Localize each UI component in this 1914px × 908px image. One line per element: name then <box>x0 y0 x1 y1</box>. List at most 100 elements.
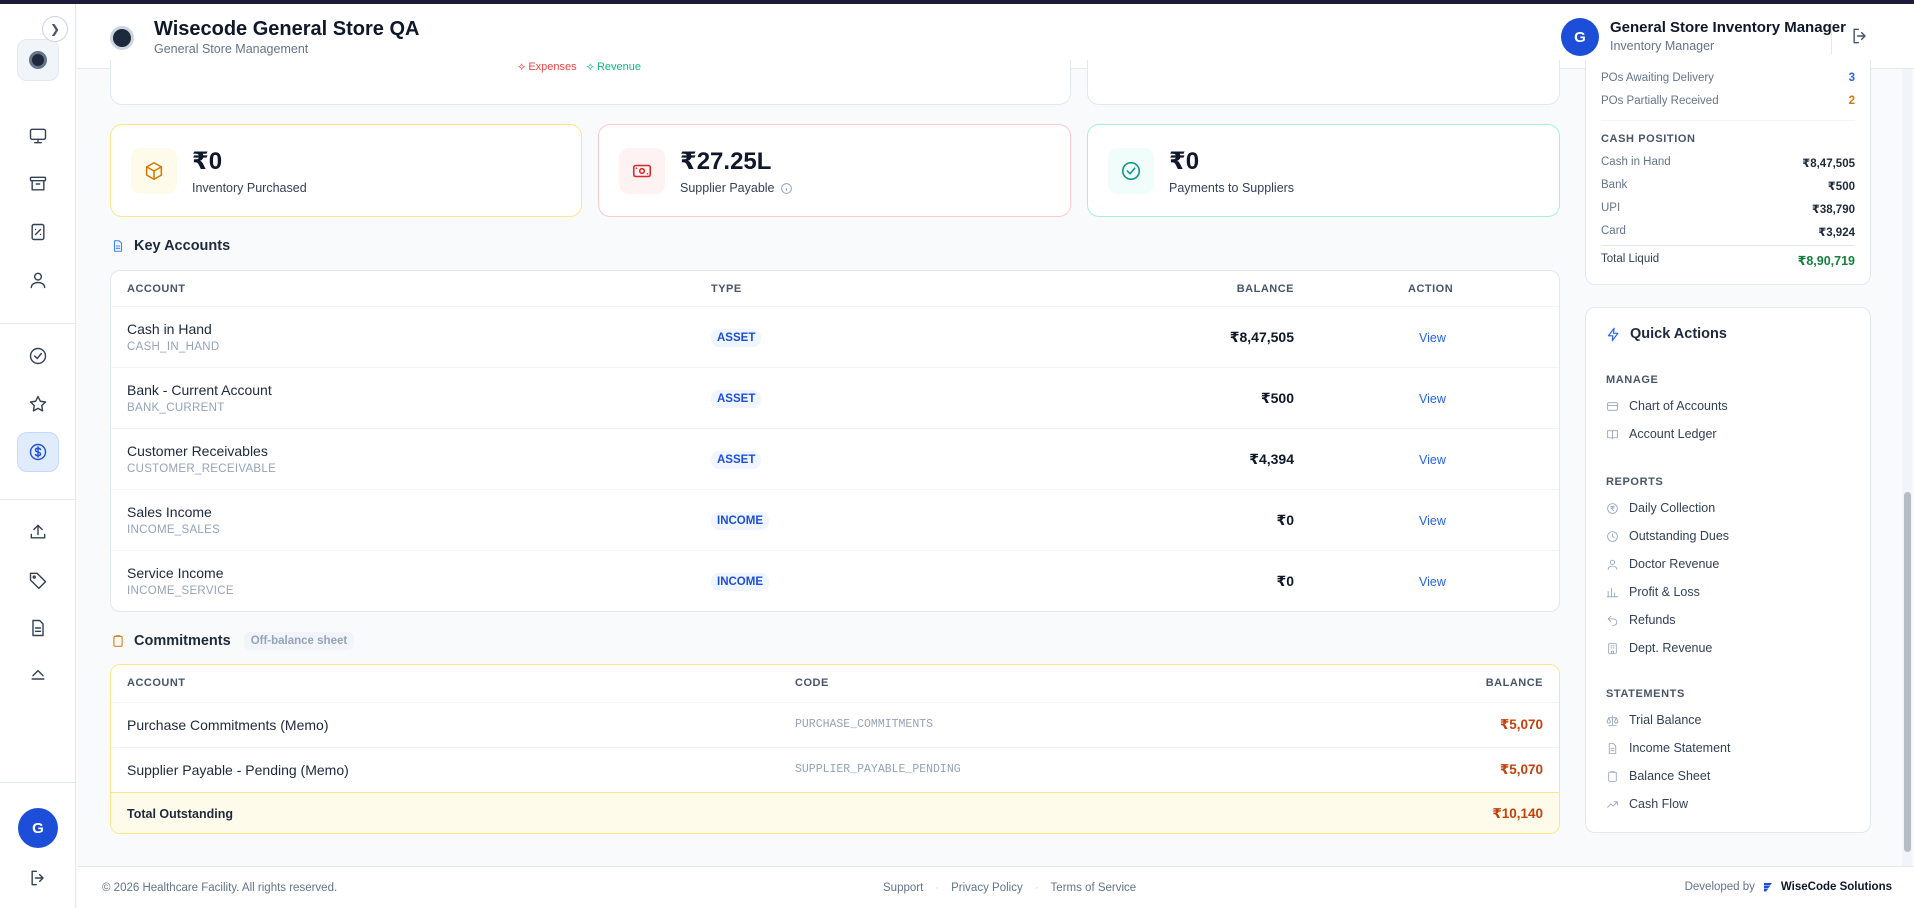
footer-links: Support · Privacy Policy · Terms of Serv… <box>883 882 1136 894</box>
sidebar-item-finance[interactable] <box>17 432 59 472</box>
account-balance: ₹8,47,505 <box>1229 329 1294 345</box>
account-code: INCOME_SALES <box>127 524 221 536</box>
footer-link-support[interactable]: Support <box>883 882 923 894</box>
account-balance: ₹4,394 <box>1249 451 1294 467</box>
cash-icon <box>632 164 652 178</box>
qa-daily-collection[interactable]: Daily Collection <box>1606 501 1715 515</box>
qa-cash-flow[interactable]: Cash Flow <box>1606 797 1688 811</box>
header-logout-button[interactable] <box>1850 26 1872 48</box>
sidebar-item-billing[interactable] <box>17 212 59 252</box>
cash-row: Cash in Hand ₹8,47,505 <box>1601 156 1855 170</box>
po-awaiting-label: POs Awaiting Delivery <box>1601 72 1714 84</box>
stat-icon-wrap <box>131 148 177 194</box>
building-icon <box>1608 642 1617 654</box>
view-link[interactable]: View <box>1419 453 1446 467</box>
footer-link-privacy[interactable]: Privacy Policy <box>951 882 1023 894</box>
sidebar-item-archive[interactable] <box>17 164 59 204</box>
rupee-circle-icon <box>1607 502 1618 514</box>
commitments-header: Commitments Off-balance sheet <box>111 632 355 650</box>
table-row: Purchase Commitments (Memo) PURCHASE_COM… <box>111 702 1559 747</box>
logout-icon <box>1853 28 1866 44</box>
account-type-badge: ASSET <box>711 451 762 469</box>
account-type-badge: ASSET <box>711 390 762 408</box>
account-code: BANK_CURRENT <box>127 402 225 414</box>
sidebar-logo[interactable] <box>17 39 59 81</box>
commitment-name: Purchase Commitments (Memo) <box>127 717 329 733</box>
eject-icon <box>31 669 45 680</box>
view-link[interactable]: View <box>1419 514 1446 528</box>
page-scrollbar-thumb[interactable] <box>1904 492 1911 852</box>
sidebar-item-documents[interactable] <box>17 608 59 648</box>
check-circle-icon <box>1121 161 1141 181</box>
stat-payments-to-suppliers[interactable]: ₹0 Payments to Suppliers <box>1087 124 1560 217</box>
footer-link-terms[interactable]: Terms of Service <box>1051 882 1137 894</box>
qa-label: Dept. Revenue <box>1629 641 1713 655</box>
clipboard-icon <box>1608 770 1617 782</box>
sidebar-divider <box>0 499 76 500</box>
cash-row-label: Cash in Hand <box>1601 156 1671 168</box>
sidebar-item-favorites[interactable] <box>17 384 59 424</box>
clipboard-icon <box>113 635 123 647</box>
stat-supplier-payable[interactable]: ₹27.25L Supplier Payable <box>598 124 1071 217</box>
sidebar-item-upload[interactable] <box>17 512 59 552</box>
key-accounts-title: Key Accounts <box>134 238 231 254</box>
sidebar-item-more[interactable] <box>17 664 59 684</box>
wisecode-logo-icon <box>1763 883 1772 892</box>
commitment-name: Supplier Payable - Pending (Memo) <box>127 762 349 778</box>
document-icon <box>113 240 123 252</box>
account-name: Bank - Current Account <box>127 382 272 398</box>
scale-icon <box>1606 714 1619 726</box>
developer-brand[interactable]: WiseCode Solutions <box>1781 881 1892 893</box>
quick-actions-header: Quick Actions <box>1606 326 1727 342</box>
sidebar-item-tags[interactable] <box>17 560 59 600</box>
stat-label: Inventory Purchased <box>192 181 307 195</box>
footer-separator: · <box>935 882 940 894</box>
panel-divider <box>1601 120 1855 121</box>
sidebar-item-users[interactable] <box>17 260 59 300</box>
view-link[interactable]: View <box>1419 575 1446 589</box>
qa-trial-balance[interactable]: Trial Balance <box>1606 713 1702 727</box>
qa-dept-revenue[interactable]: Dept. Revenue <box>1606 641 1712 655</box>
star-icon <box>29 395 47 412</box>
qa-profit-loss[interactable]: Profit & Loss <box>1606 585 1700 599</box>
receipt-icon <box>31 223 45 241</box>
cash-row: UPI ₹38,790 <box>1601 202 1855 216</box>
footer: © 2026 Healthcare Facility. All rights r… <box>77 866 1914 908</box>
sidebar-item-tasks[interactable] <box>17 336 59 376</box>
table-row: Cash in Hand CASH_IN_HAND ASSET ₹8,47,50… <box>111 306 1559 367</box>
developed-by-label: Developed by <box>1684 881 1755 893</box>
account-code: INCOME_SERVICE <box>127 585 234 597</box>
table-row: Customer Receivables CUSTOMER_RECEIVABLE… <box>111 428 1559 489</box>
qa-account-ledger[interactable]: Account Ledger <box>1606 427 1717 441</box>
view-link[interactable]: View <box>1419 392 1446 406</box>
qa-label: Doctor Revenue <box>1629 557 1720 571</box>
chevron-right-icon: ❯ <box>49 22 61 36</box>
box-icon <box>145 161 163 181</box>
sidebar-item-dashboard[interactable] <box>17 116 59 156</box>
qa-doctor-revenue[interactable]: Doctor Revenue <box>1606 557 1719 571</box>
po-awaiting-row: POs Awaiting Delivery 3 <box>1601 72 1855 84</box>
info-icon[interactable] <box>780 182 793 195</box>
stat-inventory-purchased[interactable]: ₹0 Inventory Purchased <box>110 124 582 217</box>
account-name: Customer Receivables <box>127 443 268 459</box>
user-icon <box>30 272 46 289</box>
user-avatar[interactable]: G <box>1561 18 1599 56</box>
stat-icon-wrap <box>1108 148 1154 194</box>
qa-refunds[interactable]: Refunds <box>1606 613 1676 627</box>
col-code: CODE <box>795 677 829 689</box>
qa-chart-of-accounts[interactable]: Chart of Accounts <box>1606 399 1728 413</box>
qa-outstanding-dues[interactable]: Outstanding Dues <box>1606 529 1729 543</box>
sidebar-expand-button[interactable]: ❯ <box>42 16 68 42</box>
undo-icon <box>1607 615 1618 626</box>
po-partial-label: POs Partially Received <box>1601 95 1719 107</box>
qa-label: Trial Balance <box>1629 713 1702 727</box>
table-row: Supplier Payable - Pending (Memo) SUPPLI… <box>111 747 1559 792</box>
view-link[interactable]: View <box>1419 331 1446 345</box>
sidebar-logout-button[interactable] <box>17 858 59 898</box>
qa-income-statement[interactable]: Income Statement <box>1606 741 1730 755</box>
manage-section-title: MANAGE <box>1606 374 1659 386</box>
qa-balance-sheet[interactable]: Balance Sheet <box>1606 769 1710 783</box>
file-text-icon <box>1608 742 1617 754</box>
sidebar-avatar[interactable]: G <box>18 808 58 848</box>
stat-label: Supplier Payable <box>680 181 793 195</box>
